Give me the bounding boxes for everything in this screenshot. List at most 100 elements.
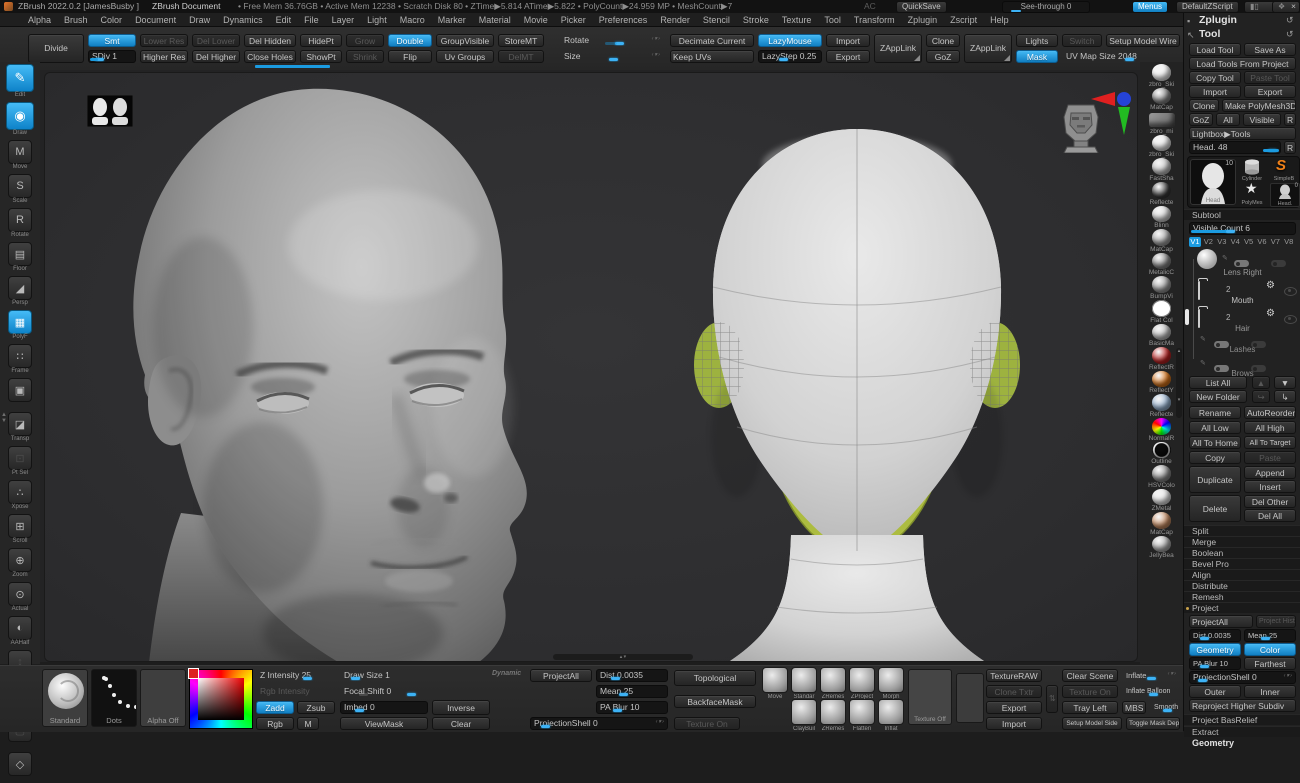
section-row[interactable]: Bevel Pro: [1184, 558, 1300, 569]
left-shelf-tool[interactable]: ▤ Floor: [3, 242, 37, 273]
lazystep-slider[interactable]: LazyStep 0.25: [758, 50, 822, 63]
brush-quick-item[interactable]: Move: [762, 667, 788, 700]
mask-toggle[interactable]: Mask: [1016, 50, 1058, 63]
lights-button[interactable]: Lights: [1016, 34, 1058, 47]
del-mt-button[interactable]: DelMT: [498, 50, 544, 63]
material-item[interactable]: FastSha: [1149, 158, 1173, 182]
del-hidden-button[interactable]: Del Hidden: [244, 34, 296, 47]
menu-item[interactable]: Layer: [332, 15, 355, 25]
left-shelf-tool[interactable]: ◇: [3, 752, 37, 783]
dynamic-label[interactable]: Dynamic: [492, 670, 521, 677]
texture-raw-button[interactable]: TextureRAW: [986, 669, 1042, 682]
menu-item[interactable]: Transform: [854, 15, 895, 25]
see-through-slider[interactable]: See-through 0: [1002, 1, 1090, 13]
material-item[interactable]: Flat Col: [1150, 300, 1172, 324]
subtool-row[interactable]: ✎ Lens Right: [1184, 249, 1300, 275]
mean-slider-panel[interactable]: Mean 25: [1244, 629, 1296, 642]
material-item[interactable]: MatCap: [1150, 512, 1173, 536]
menu-item[interactable]: Zscript: [950, 15, 977, 25]
menu-item[interactable]: Light: [367, 15, 387, 25]
brush-quick-item[interactable]: Morph: [878, 667, 904, 700]
active-tool-thumbnail[interactable]: 10 Head: [1190, 159, 1236, 205]
del-all-button[interactable]: Del All: [1244, 509, 1296, 522]
all-to-home-button[interactable]: All To Home: [1189, 436, 1241, 449]
zapplink2-button[interactable]: ZAppLink: [964, 34, 1012, 63]
projection-shell-slider-panel[interactable]: ProjectionShell 0‹▾›: [1189, 671, 1296, 684]
eye-icon[interactable]: [1284, 287, 1297, 296]
axis-gizmo[interactable]: [1081, 87, 1138, 137]
left-shelf-tool[interactable]: S Scale: [3, 174, 37, 205]
clone-txtr-button[interactable]: Clone Txtr: [986, 685, 1042, 698]
material-item[interactable]: zbro_mi: [1149, 111, 1175, 135]
geometry-section-header[interactable]: Geometry: [1192, 738, 1234, 748]
section-row[interactable]: Distribute: [1184, 580, 1300, 591]
brush-quick-item[interactable]: ZRemes: [820, 667, 846, 700]
zsub-toggle[interactable]: Zsub: [297, 701, 335, 714]
left-shelf-tool[interactable]: ∴ Xpose: [3, 480, 37, 511]
materials-scrollbar[interactable]: ▴▾: [1176, 348, 1182, 418]
head-low-tool[interactable]: 0 Head.: [1270, 183, 1300, 207]
goz-button[interactable]: GoZ: [926, 50, 960, 63]
del-higher-button[interactable]: Del Higher: [192, 50, 240, 63]
save-as-button[interactable]: Save As: [1244, 43, 1296, 56]
menu-item[interactable]: Draw: [189, 15, 210, 25]
material-item[interactable]: BasicMa: [1149, 324, 1174, 348]
brush-quick-item[interactable]: ClayBuil: [791, 699, 817, 732]
imbed-slider[interactable]: Imbed 0: [340, 701, 428, 714]
section-row[interactable]: Split: [1184, 525, 1300, 536]
menu-item[interactable]: Alpha: [28, 15, 51, 25]
color-picker[interactable]: [189, 669, 253, 729]
version-tab[interactable]: V2: [1202, 237, 1214, 247]
material-item[interactable]: ReflectR: [1149, 347, 1174, 371]
clone-button[interactable]: Clone: [926, 34, 960, 47]
zplugin-refresh-icon[interactable]: ↺: [1286, 15, 1294, 26]
version-tab[interactable]: V8: [1283, 237, 1295, 247]
rotate-slider[interactable]: Rotate‹▾›: [560, 34, 664, 47]
menu-item[interactable]: Picker: [561, 15, 586, 25]
menu-item[interactable]: Dynamics: [223, 15, 263, 25]
brush-quick-item[interactable]: Standar: [791, 667, 817, 700]
size-slider[interactable]: Size‹▾›: [560, 50, 664, 63]
version-tab[interactable]: V7: [1269, 237, 1281, 247]
smt-toggle[interactable]: Smt: [88, 34, 136, 47]
subtool-row[interactable]: 2 ⚙ Mouth: [1184, 277, 1300, 303]
clone-tool-button[interactable]: Clone: [1189, 99, 1219, 112]
dist-slider[interactable]: Dist 0.0035: [596, 669, 668, 682]
left-shelf-tool[interactable]: R Rotate: [3, 208, 37, 239]
inverse-button[interactable]: Inverse: [432, 700, 490, 715]
menus-toggle[interactable]: Menus: [1132, 1, 1168, 13]
zplugin-header[interactable]: Zplugin: [1199, 14, 1237, 26]
canvas-area[interactable]: ▴ ▾: [40, 70, 1140, 662]
flip-v-icon[interactable]: ⇅: [1046, 685, 1058, 713]
menu-item[interactable]: Texture: [782, 15, 812, 25]
lightbox-tools-button[interactable]: Lightbox▶Tools: [1189, 127, 1296, 140]
shrink-button[interactable]: Shrink: [346, 50, 384, 63]
material-item[interactable]: MatCap: [1150, 88, 1173, 112]
material-item[interactable]: zbro_Ski: [1149, 135, 1174, 159]
all-high-button[interactable]: All High: [1244, 421, 1296, 434]
copy-button[interactable]: Copy: [1189, 451, 1241, 464]
setup-model-side-button[interactable]: Setup Model Side: [1062, 717, 1122, 730]
menu-item[interactable]: Edit: [276, 15, 292, 25]
left-shelf-tool[interactable]: ◐ AAHalf: [3, 616, 37, 647]
m-toggle[interactable]: M: [297, 717, 319, 730]
subtool-row[interactable]: ✎ Lashes: [1184, 333, 1300, 355]
setup-model-wire-button[interactable]: Setup Model Wire: [1106, 34, 1180, 47]
reproject-higher-subdiv-button[interactable]: Reproject Higher Subdiv: [1189, 699, 1296, 712]
extract-row[interactable]: Extract: [1184, 726, 1300, 737]
clear-scene-button[interactable]: Clear Scene: [1062, 669, 1118, 682]
inflate-balloon-slider[interactable]: Inflate Balloon: [1122, 685, 1180, 698]
cylinder-tool[interactable]: Cylinder: [1238, 159, 1266, 181]
move-up-icon[interactable]: ▲: [1252, 376, 1270, 389]
mean-slider[interactable]: Mean 25: [596, 685, 668, 698]
draw-size-slider[interactable]: Draw Size 1: [340, 669, 488, 682]
dist-slider-panel[interactable]: Dist 0.0035: [1189, 629, 1241, 642]
flip-button[interactable]: Flip: [388, 50, 432, 63]
eye-icon[interactable]: [1284, 315, 1297, 324]
export-button[interactable]: Export: [826, 50, 870, 63]
material-item[interactable]: Blinn: [1152, 206, 1171, 230]
texture-on-button[interactable]: Texture On: [674, 717, 740, 730]
paste-button[interactable]: Paste: [1244, 451, 1296, 464]
version-tab[interactable]: V1: [1189, 237, 1201, 247]
left-shelf-tool[interactable]: ▦ PolyF: [3, 310, 37, 341]
